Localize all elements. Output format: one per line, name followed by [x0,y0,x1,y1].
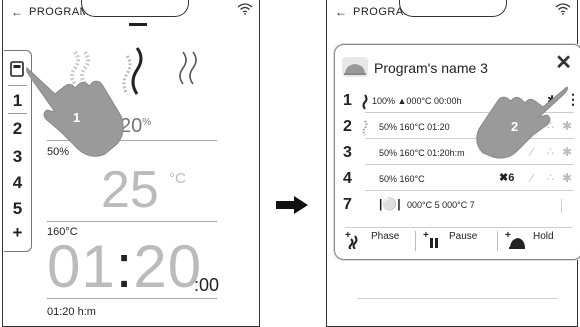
phase-details: 50% 160°C 01:20h:m [379,148,465,158]
top-bar: ← PROGRAM 1 [3,0,259,22]
drops-icon: ∴ [547,172,554,184]
handle-bar [129,23,147,26]
add-pause-icon: + [423,231,438,248]
close-icon[interactable]: ✕ [555,50,572,75]
steam-icon [362,94,368,110]
back-arrow-icon[interactable]: ← [11,5,23,19]
top-bar: ← PROGRAM 1 [327,0,577,22]
notch [399,0,507,17]
sidebar-item-4[interactable]: 4 [4,173,31,193]
phase-number: 4 [343,170,352,187]
loop-icon: |⚪| [379,197,401,211]
add-hold-button[interactable]: + Hold [503,225,573,255]
program-name[interactable]: Program's name 3 [374,60,488,76]
add-pause-label: Pause [449,231,478,242]
phase-details: 100% ▲000°C 00:00h [372,96,462,106]
add-pause-button[interactable]: + Pause [421,225,491,255]
divider [47,221,217,222]
add-phase-icon: + [345,231,358,249]
phase-number: 1 [343,92,352,109]
steam-icon [362,120,368,136]
add-buttons-row: + Phase + Pause + Hold [335,225,580,255]
phase-details: 50% 160°C 01:20 [379,122,450,132]
time-label: 01:20 h:m [47,306,96,318]
divider [357,298,557,299]
add-hold-label: Hold [533,231,554,242]
phase-number: 7 [343,196,352,213]
notch [81,0,189,17]
hand-step-label: 1 [73,110,80,125]
temperature-unit: °C [169,170,186,187]
steam-high-icon[interactable] [173,50,203,90]
divider [47,298,217,299]
arrow-right-icon [276,196,308,214]
pointing-hand-icon: 2 [476,86,568,159]
back-arrow-icon[interactable]: ← [335,5,347,19]
phase-number: 3 [343,144,352,161]
divider [497,231,498,251]
add-phase-label: Phase [371,231,400,242]
phase-number: 2 [343,118,352,135]
divider [365,190,574,191]
sidebar-item-add[interactable]: + [4,223,31,243]
sidebar-item-5[interactable]: 5 [4,199,31,219]
divider [415,231,416,251]
program-card-icon[interactable] [10,61,24,77]
fan-speed: ✖6 [499,172,515,184]
divider [561,199,562,213]
fan-icon: ✱ [562,171,573,185]
svg-text:+: + [505,231,511,241]
program-editor-screen: ← PROGRAM 1 Program's name 3 ✕ 1 100% ▲0… [326,0,580,327]
add-phase-button[interactable]: + Phase [343,225,413,255]
pointing-hand-icon: 1 [26,67,124,157]
time-seconds: :00 [194,275,220,295]
program-dialog: Program's name 3 ✕ 1 100% ▲000°C 00:00h … [334,44,580,260]
wifi-icon [555,3,571,15]
divider [365,164,574,165]
phase-details: 000°C 5 000°C 7 [407,200,475,210]
temperature-value[interactable]: 25 [101,160,159,220]
program-screen: ← PROGRAM 1 1 2 3 4 5 + 20% 50% 25 °C 16… [2,0,260,327]
program-image-icon[interactable] [342,57,368,77]
probe-icon: ∕ [531,171,534,185]
phase-row[interactable]: 7 |⚪| 000°C 5 000°C 7 [335,193,580,217]
svg-text:+: + [423,231,429,241]
svg-text:+: + [345,231,351,241]
phase-details: 50% 160°C [379,174,425,184]
phase-row[interactable]: 4 50% 160°C ✖6 ∕ ∴ ✱ [335,167,580,191]
wifi-icon [237,3,253,15]
hand-step-label: 2 [511,119,518,134]
add-hold-icon: + [505,231,525,249]
time-value[interactable]: 01:20 [47,232,202,301]
